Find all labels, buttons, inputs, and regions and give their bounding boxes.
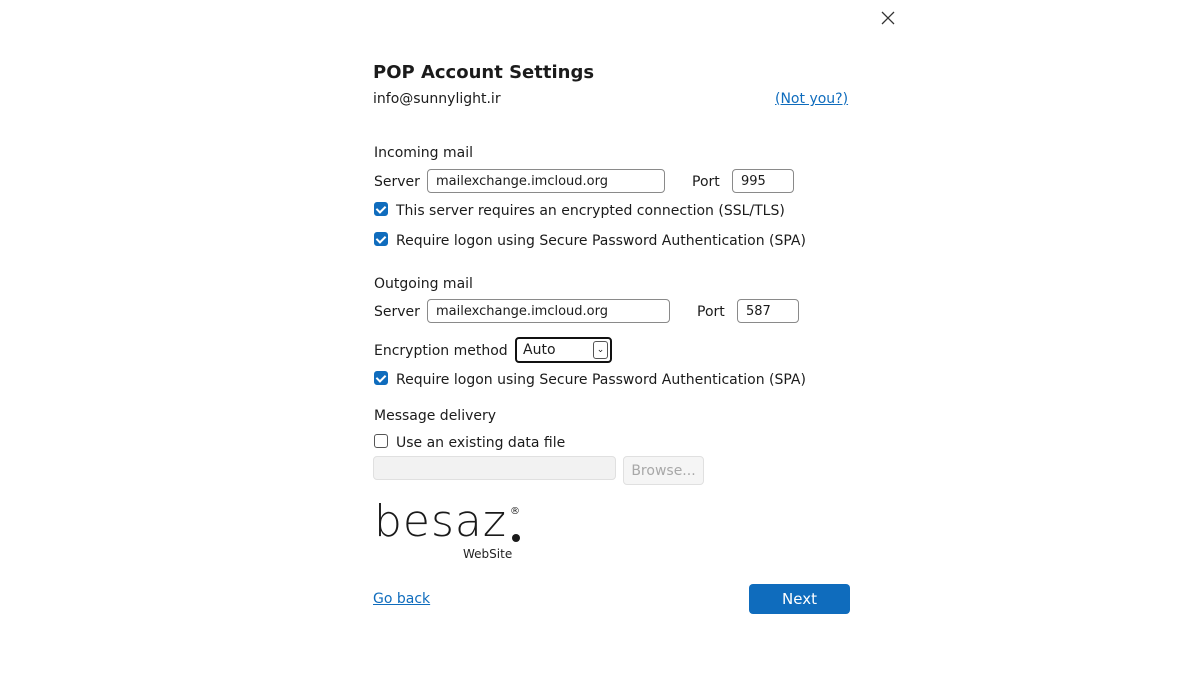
encryption-select[interactable]: Auto ⌄ xyxy=(515,337,612,363)
outgoing-spa-label: Require logon using Secure Password Auth… xyxy=(396,372,806,388)
incoming-server-input[interactable]: mailexchange.imcloud.org xyxy=(427,169,665,193)
delivery-heading: Message delivery xyxy=(374,408,497,424)
existing-file-checkbox[interactable] xyxy=(374,434,388,448)
account-email: info@sunnylight.ir xyxy=(373,91,501,107)
existing-file-label: Use an existing data file xyxy=(396,435,566,451)
chevron-down-icon: ⌄ xyxy=(593,341,608,359)
browse-button[interactable]: Browse... xyxy=(623,456,704,485)
incoming-spa-checkbox[interactable] xyxy=(374,232,388,246)
outgoing-server-input[interactable]: mailexchange.imcloud.org xyxy=(427,299,670,323)
outgoing-spa-checkbox[interactable] xyxy=(374,371,388,385)
dialog-title: POP Account Settings xyxy=(373,62,595,83)
encryption-value: Auto xyxy=(523,342,556,358)
next-button[interactable]: Next xyxy=(749,584,850,614)
incoming-heading: Incoming mail xyxy=(374,145,473,161)
go-back-link[interactable]: Go back xyxy=(373,591,430,607)
ssl-label: This server requires an encrypted connec… xyxy=(396,203,785,219)
encryption-label: Encryption method xyxy=(374,343,508,359)
incoming-spa-label: Require logon using Secure Password Auth… xyxy=(396,233,806,249)
ssl-checkbox[interactable] xyxy=(374,202,388,216)
outgoing-port-input[interactable]: 587 xyxy=(737,299,799,323)
not-you-link[interactable]: (Not you?) xyxy=(775,91,848,107)
outgoing-server-label: Server xyxy=(374,304,420,320)
incoming-port-input[interactable]: 995 xyxy=(732,169,794,193)
outgoing-port-label: Port xyxy=(697,304,725,320)
incoming-server-label: Server xyxy=(374,174,420,190)
data-file-input[interactable] xyxy=(373,456,616,480)
besaz-logo: besaz ® WebSite xyxy=(374,496,520,561)
close-button[interactable] xyxy=(878,8,898,28)
close-icon xyxy=(881,11,895,25)
incoming-port-label: Port xyxy=(692,174,720,190)
outgoing-heading: Outgoing mail xyxy=(374,276,473,292)
